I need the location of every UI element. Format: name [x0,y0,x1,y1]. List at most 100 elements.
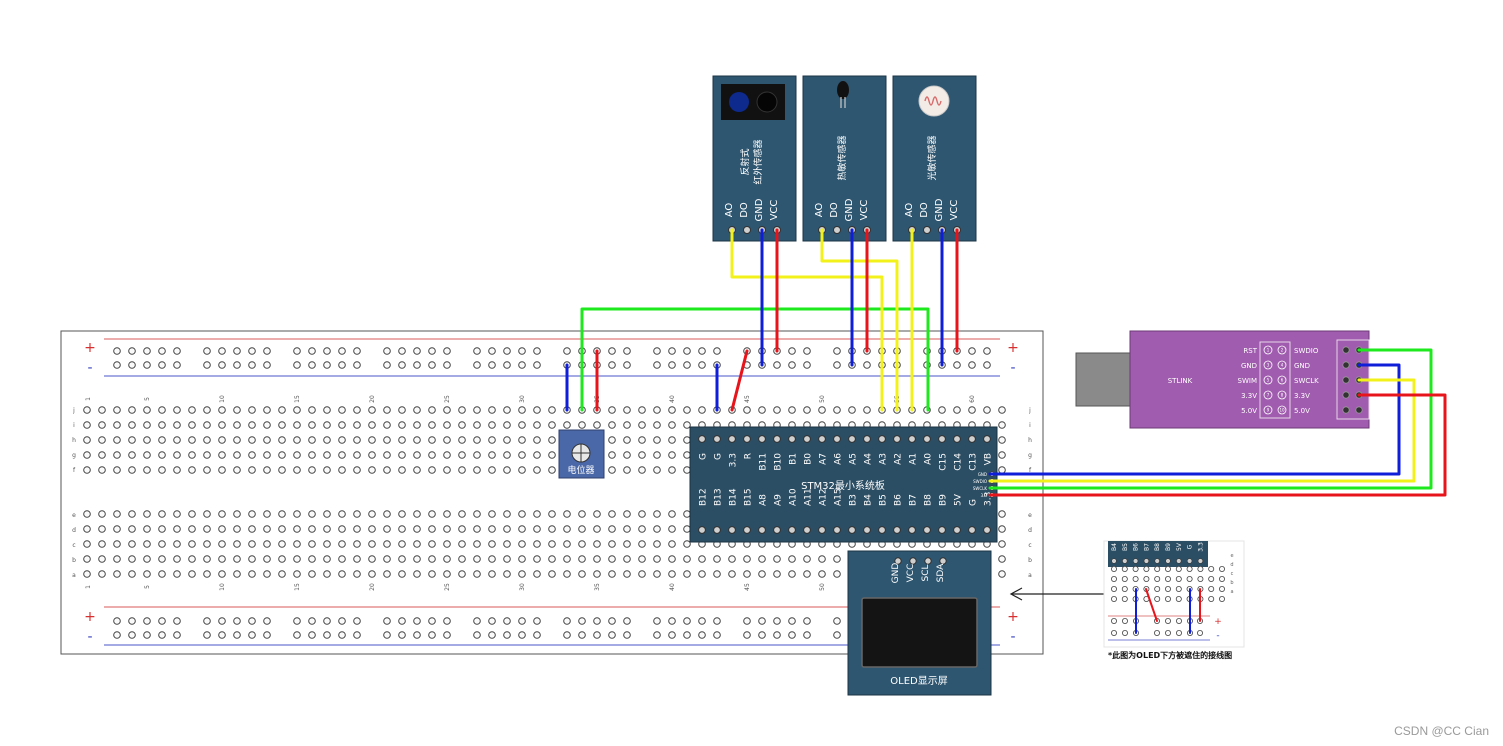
rail-hole [968,347,976,355]
stm32-pin-hole [983,435,991,443]
stm32-pin-hole [908,435,916,443]
breadboard-hole [803,406,811,414]
breadboard-hole [128,451,136,459]
breadboard-hole [188,555,196,563]
rail-hole [353,347,361,355]
breadboard-hole [563,421,571,429]
rail-hole [113,347,121,355]
breadboard-hole [263,510,271,518]
rail-hole [143,347,151,355]
rail-hole [803,361,811,369]
inset-hole [1186,566,1193,573]
breadboard-hole [83,540,91,548]
stm32-pin-label: B10 [774,453,784,471]
breadboard-hole [608,466,616,474]
breadboard-hole [623,451,631,459]
rail-hole [653,617,661,625]
breadboard-hole [833,555,841,563]
stm32-pin-label: A6 [834,453,844,465]
breadboard-hole [428,421,436,429]
inset-pin-label: B6 [1133,543,1140,551]
breadboard-hole [248,540,256,548]
breadboard-hole [593,510,601,518]
breadboard-hole [203,555,211,563]
breadboard-hole [233,421,241,429]
breadboard-hole [323,540,331,548]
breadboard-hole [143,451,151,459]
rail-hole [263,347,271,355]
breadboard-hole [863,406,871,414]
breadboard-hole [338,555,346,563]
stlink-header-pin [1342,346,1350,354]
stm32-pin-hole [818,435,826,443]
breadboard-hole [548,451,556,459]
stm32-pin-hole [893,435,901,443]
inset-rail-hole [1165,630,1172,637]
breadboard-hole [443,570,451,578]
stlink-pin-num: 3 [1267,363,1270,368]
rail-hole [398,361,406,369]
breadboard-hole [518,570,526,578]
potentiometer-knob-icon [571,443,591,463]
breadboard-hole [728,570,736,578]
rail-hole [158,361,166,369]
breadboard-hole [638,436,646,444]
breadboard-hole [668,466,676,474]
rail-hole [623,361,631,369]
col-num: 25 [444,395,451,403]
watermark: CSDN @CC Cian [1394,724,1489,738]
breadboard-hole [278,466,286,474]
breadboard-hole [698,555,706,563]
breadboard-hole [353,451,361,459]
inset-hole [1165,586,1172,593]
breadboard-hole [818,570,826,578]
breadboard-hole [143,466,151,474]
breadboard-hole [113,510,121,518]
breadboard-hole [578,540,586,548]
ir-sensor-module: 反射式 红外传感器 AO DO GND VCC [712,75,797,242]
col-num: 25 [444,583,451,591]
stlink-header-pin [1355,406,1363,414]
stlink-right-label: 5.0V [1294,407,1310,415]
breadboard-hole [443,421,451,429]
breadboard-hole [218,451,226,459]
breadboard-hole [323,421,331,429]
stm32-pin-label: G [714,453,724,460]
stlink-left-label: RST [1243,347,1257,355]
breadboard-hole [533,436,541,444]
breadboard-hole [248,555,256,563]
breadboard-hole [383,451,391,459]
rail-hole [383,631,391,639]
col-num: 5 [144,397,151,401]
breadboard-hole [653,421,661,429]
inset-hole [1121,566,1128,573]
breadboard-hole [323,555,331,563]
rail-hole [113,361,121,369]
breadboard-hole [113,421,121,429]
breadboard-hole [848,406,856,414]
breadboard-hole [383,510,391,518]
breadboard-hole [353,540,361,548]
stm32-pin-label: A7 [819,453,829,465]
breadboard-hole [308,421,316,429]
breadboard-hole [503,525,511,533]
thermistor-sensor-module: 热敏传感器 AO DO GND VCC [802,75,887,242]
stm32-pin-label: G [969,499,979,506]
rail-hole [383,347,391,355]
inset-rail-hole [1122,630,1129,637]
breadboard-hole [683,451,691,459]
rail-hole [113,631,121,639]
breadboard-hole [398,406,406,414]
breadboard-hole [533,555,541,563]
rail-hole [233,361,241,369]
breadboard-hole [443,540,451,548]
breadboard-hole [143,421,151,429]
breadboard-hole [353,555,361,563]
breadboard-hole [488,436,496,444]
breadboard-hole [233,555,241,563]
stm32-pin-hole [788,435,796,443]
breadboard-hole [803,555,811,563]
rail-hole [563,617,571,625]
breadboard-hole [248,406,256,414]
rail-hole [248,631,256,639]
